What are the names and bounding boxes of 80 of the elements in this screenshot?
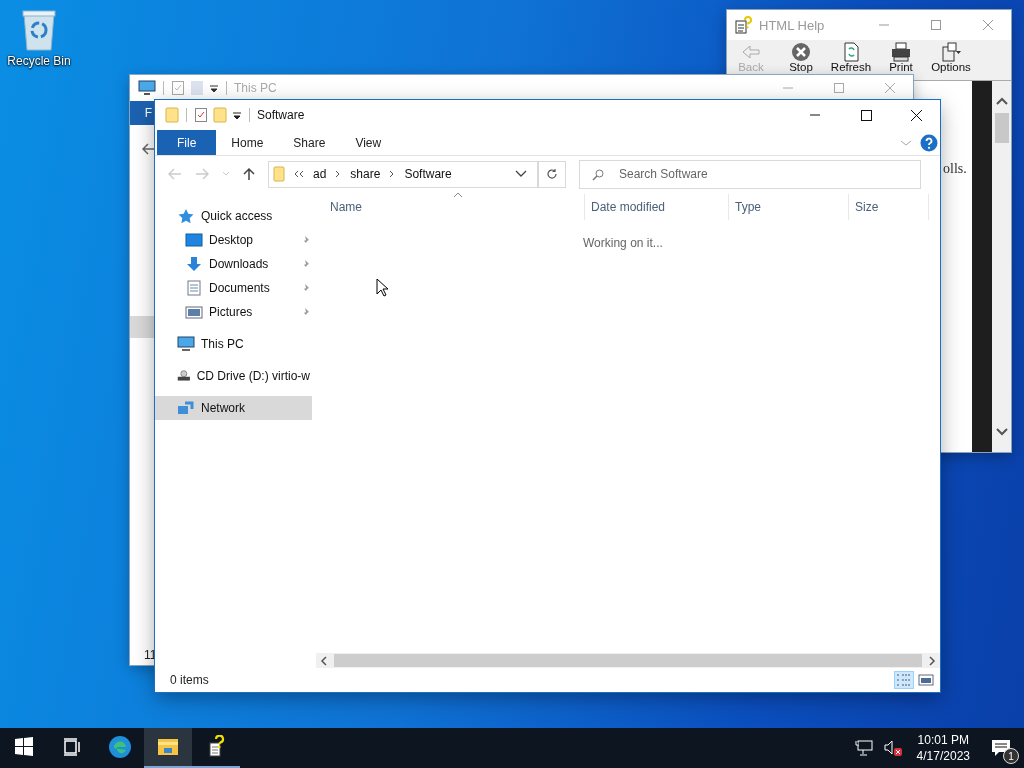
this-pc-icon [177,336,195,352]
breadcrumb[interactable]: share [350,167,381,181]
stop-icon[interactable] [790,42,812,62]
refresh-icon[interactable] [546,168,558,180]
nav-item[interactable]: Pictures [155,300,312,324]
clock-time[interactable]: 10:01 PM [917,732,969,748]
start-icon[interactable] [12,735,36,759]
browser-icon[interactable] [108,735,132,759]
large-icons-view-button[interactable] [916,671,936,689]
desktop-icon [185,232,203,248]
clock-date[interactable]: 4/17/2023 [916,748,970,764]
address-bar[interactable]: ad share Software [268,160,538,188]
toolbar-button[interactable]: Refresh [827,40,875,74]
ribbon-tab[interactable]: F [130,101,154,125]
help-icon[interactable] [920,133,938,152]
search-icon [592,168,604,181]
downloads-icon [185,256,203,272]
help-file-icon [735,16,753,34]
column-header[interactable]: Date modified [585,194,729,220]
back-arrow-icon[interactable] [142,143,156,155]
column-header[interactable]: Type [729,194,849,220]
horizontal-scrollbar[interactable] [316,653,940,668]
nav-item[interactable]: Documents [155,276,312,300]
folder-icon [273,166,285,182]
scroll-thumb[interactable] [994,113,1009,143]
ribbon-tab[interactable]: View [340,130,397,155]
nav-item[interactable]: This PC [155,332,312,356]
search-field[interactable]: Search Software [579,159,921,189]
network-icon [177,400,195,416]
chevron-icon[interactable] [389,170,396,178]
item-count: 0 items [170,673,209,687]
window-title: This PC [234,81,277,95]
mouse-pointer-icon [376,278,388,297]
options-icon[interactable] [940,42,962,62]
customize-caret-icon[interactable] [209,82,219,94]
computer-icon [138,80,156,96]
printer-icon[interactable] [890,42,912,62]
refresh-button[interactable] [538,160,566,188]
dropdown-caret-icon[interactable] [515,170,527,178]
sort-caret-icon [453,192,463,198]
nav-item[interactable]: Desktop [155,228,312,252]
volume-muted-icon[interactable] [882,739,903,757]
ribbon-tab[interactable]: Share [278,130,341,155]
scroll-right-icon[interactable] [927,655,937,666]
window-title: Software [257,108,305,122]
breadcrumb[interactable]: Software [404,167,452,181]
cd-drive-icon [177,368,191,384]
breadcrumb[interactable]: ad [313,167,327,181]
column-header[interactable]: Name [316,194,585,220]
properties-icon[interactable] [194,107,208,123]
explorer-taskbar-button[interactable] [144,728,192,768]
notification-badge: 1 [1003,748,1019,764]
nav-item[interactable]: Downloads [155,252,312,276]
desktop-icon-label[interactable]: Recycle Bin [7,54,71,68]
customize-caret-icon[interactable] [232,109,242,121]
pictures-icon [185,304,203,320]
ribbon-tab[interactable]: Home [216,130,279,155]
overflow-chevron-icon[interactable] [294,170,304,178]
help-text: olls. [943,161,967,176]
chevron-icon[interactable] [335,170,342,178]
nav-item[interactable]: Quick access [155,204,312,228]
nav-item[interactable]: Network [155,396,312,420]
scroll-left-icon[interactable] [319,655,329,666]
up-arrow-icon[interactable] [243,167,255,181]
toolbar-button[interactable]: Options [927,40,975,74]
properties-icon[interactable] [171,80,185,96]
toolbar-button[interactable]: Stop [777,40,825,74]
selected-row[interactable] [130,316,156,338]
network-icon[interactable] [854,740,873,756]
column-header[interactable]: Size [849,194,929,220]
loading-message: Working on it... [583,236,663,250]
folder-icon [165,107,179,123]
nav-item[interactable]: CD Drive (D:) virtio-w [155,364,312,388]
documents-icon [185,280,203,296]
scrollbar[interactable] [992,81,1011,452]
ribbon-tab[interactable]: File [157,130,217,155]
recycle-bin-icon[interactable] [20,8,58,52]
toolbar-button[interactable]: Print [877,40,925,74]
quick-access-icon [177,208,195,224]
window-title: HTML Help [759,17,825,33]
